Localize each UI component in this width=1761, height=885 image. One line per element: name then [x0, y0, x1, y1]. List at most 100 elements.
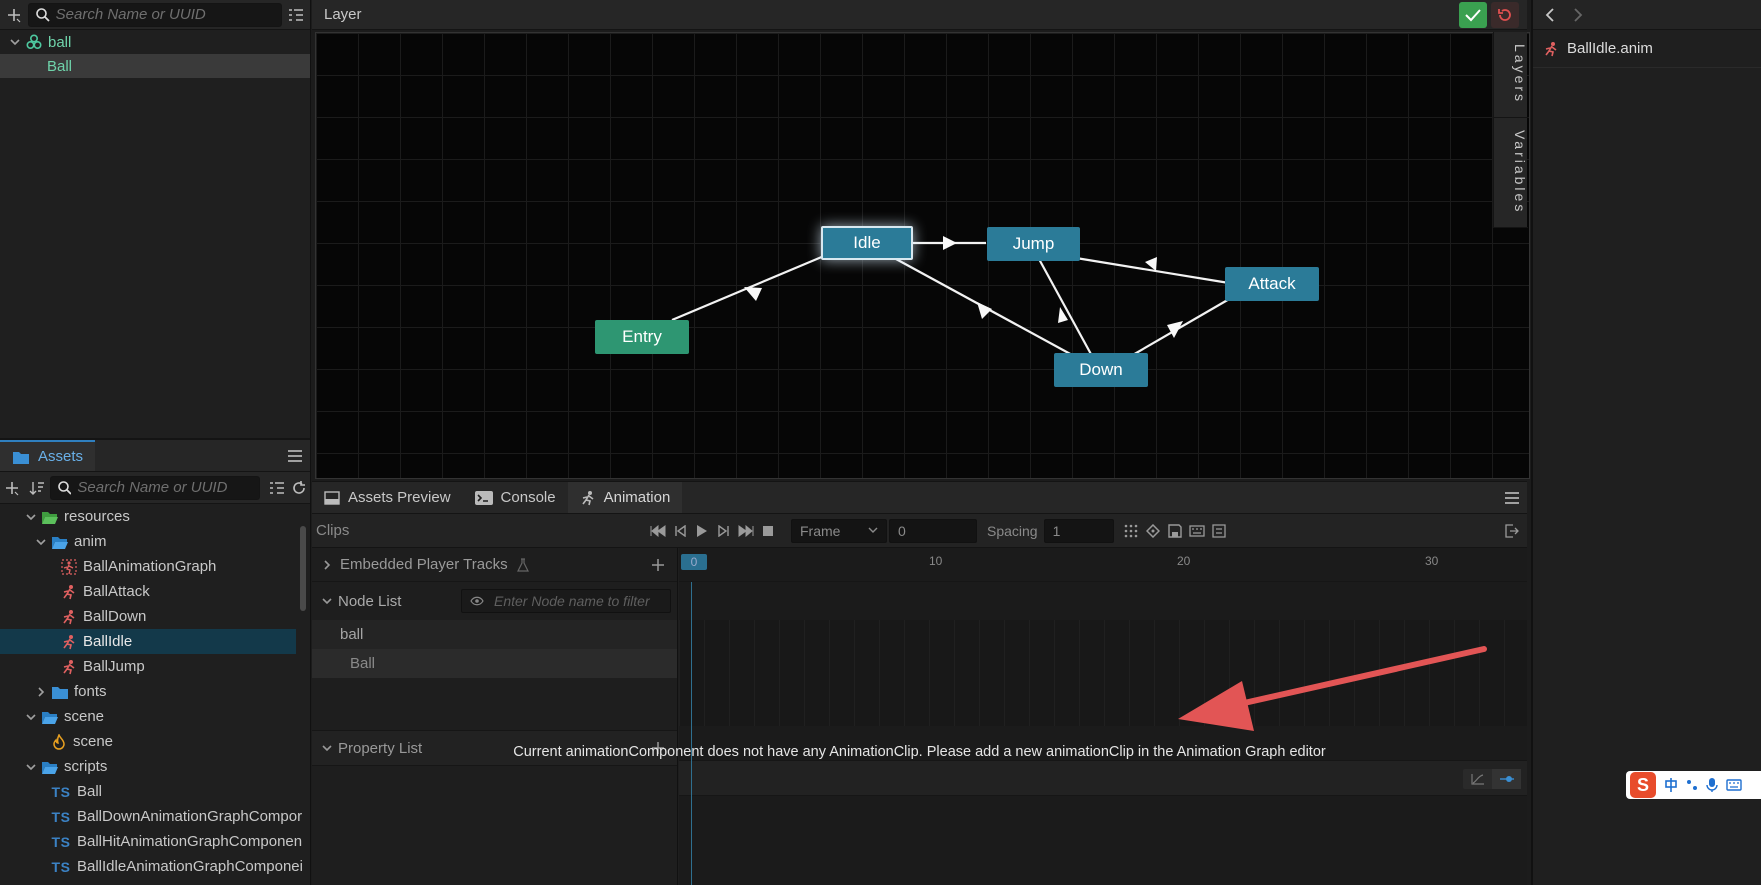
notes-button[interactable]: [1208, 520, 1230, 542]
assets-list-button[interactable]: [266, 473, 288, 503]
node-row-Ball[interactable]: Ball: [312, 649, 677, 678]
prev-frame-button[interactable]: [669, 520, 691, 542]
tab-assets[interactable]: Assets: [0, 440, 96, 471]
asset-item[interactable]: BallAttack: [0, 579, 310, 604]
chevron-right-icon[interactable]: [36, 686, 46, 697]
node-label: ball: [340, 626, 364, 643]
asset-item[interactable]: resources: [0, 504, 310, 529]
ime-keyboard-icon[interactable]: [1726, 779, 1742, 791]
chevron-down-icon[interactable]: [26, 712, 36, 722]
sort-button[interactable]: [24, 473, 50, 503]
plus-icon: [6, 481, 19, 495]
keyframe-icon: [1145, 523, 1160, 538]
state-machine-canvas[interactable]: Idle Jump Attack Entry Down: [315, 32, 1530, 479]
tree-node-Ball[interactable]: Ball: [0, 54, 310, 78]
tab-console[interactable]: Console: [463, 482, 568, 513]
state-jump-label: Jump: [1012, 234, 1055, 253]
ime-mic-icon[interactable]: [1706, 777, 1718, 793]
play-button[interactable]: [691, 520, 713, 542]
tab-animation[interactable]: Animation: [567, 482, 683, 513]
asset-item[interactable]: scripts: [0, 754, 310, 779]
add-track-icon[interactable]: [651, 558, 665, 572]
empty-clip-message: Current animationComponent does not have…: [513, 744, 1326, 760]
hierarchy-sort-button[interactable]: [282, 0, 310, 30]
save-button[interactable]: [1164, 520, 1186, 542]
tab-variables[interactable]: Variables: [1494, 118, 1528, 228]
plus-icon: [8, 8, 21, 22]
assets-scrollbar[interactable]: [300, 526, 306, 611]
assets-search[interactable]: [50, 475, 260, 500]
next-frame-button[interactable]: [713, 520, 735, 542]
forward-icon[interactable]: [1573, 7, 1583, 22]
step-back-icon: [675, 524, 686, 537]
asset-item[interactable]: BallAnimationGraph: [0, 554, 310, 579]
back-icon[interactable]: [1545, 7, 1555, 22]
chevron-down-icon[interactable]: [26, 512, 36, 522]
node-label: Ball: [350, 655, 376, 672]
typescript-icon: TS: [51, 783, 71, 800]
keyboard-button[interactable]: [1186, 520, 1208, 542]
chevron-down-icon[interactable]: [36, 537, 46, 547]
ime-logo-icon[interactable]: S: [1630, 772, 1656, 798]
first-frame-button[interactable]: [647, 520, 669, 542]
asset-item[interactable]: BallJump: [0, 654, 310, 679]
hierarchy-search[interactable]: [28, 2, 282, 27]
timeline-ruler[interactable]: 0 10 20 30: [679, 548, 1527, 582]
asset-label: BallDown: [83, 608, 147, 625]
asset-item[interactable]: TS Ball: [0, 779, 310, 804]
asset-item[interactable]: TS BallDownAnimationGraphCompor: [0, 804, 310, 829]
frame-input[interactable]: 0: [889, 518, 977, 543]
bottom-menu-button[interactable]: [1497, 482, 1527, 513]
node-list-section[interactable]: Node List Enter Node name to filter: [312, 582, 677, 620]
assets-search-input[interactable]: [77, 479, 259, 496]
spacing-input[interactable]: 1: [1043, 518, 1114, 543]
chevron-down-icon[interactable]: [8, 35, 22, 49]
embedded-tracks-section[interactable]: Embedded Player Tracks: [312, 548, 677, 582]
asset-item[interactable]: scene: [0, 729, 310, 754]
time-unit-select[interactable]: Frame: [791, 518, 887, 543]
asset-item[interactable]: TS BallHitAnimationGraphComponen: [0, 829, 310, 854]
confirm-button[interactable]: [1459, 1, 1487, 28]
asset-item[interactable]: scene: [0, 704, 310, 729]
chevron-down-icon: [868, 527, 878, 533]
state-attack[interactable]: Attack: [1225, 267, 1319, 301]
playhead-marker[interactable]: 0: [681, 554, 707, 570]
ime-punctuation-icon[interactable]: [1686, 779, 1698, 791]
tree-node-label: ball: [48, 33, 72, 51]
node-row-ball[interactable]: ball: [312, 620, 677, 649]
hierarchy-search-input[interactable]: [55, 6, 281, 23]
state-idle[interactable]: Idle: [821, 226, 913, 260]
ime-chinese-icon[interactable]: [1664, 778, 1678, 792]
exit-button[interactable]: [1501, 520, 1523, 542]
state-jump[interactable]: Jump: [987, 227, 1080, 261]
animation-panel: Assets Preview Console Animation Clips F…: [312, 481, 1527, 885]
ime-toolbar[interactable]: S: [1626, 771, 1761, 799]
chevron-right-icon[interactable]: [322, 559, 332, 570]
stop-button[interactable]: [757, 520, 779, 542]
keyframe-view-button[interactable]: [1492, 769, 1521, 789]
asset-item[interactable]: anim: [0, 529, 310, 554]
keyframe-button[interactable]: [1142, 520, 1164, 542]
asset-item[interactable]: TS BallIdleAnimationGraphComponei: [0, 854, 310, 879]
refresh-button[interactable]: [288, 473, 310, 503]
revert-button[interactable]: [1491, 1, 1519, 28]
tab-assets-preview[interactable]: Assets Preview: [312, 482, 463, 513]
grid-button[interactable]: [1120, 520, 1142, 542]
last-frame-button[interactable]: [735, 520, 757, 542]
asset-item[interactable]: fonts: [0, 679, 310, 704]
assets-menu-button[interactable]: [280, 440, 310, 471]
inspector-nav: [1533, 0, 1761, 30]
state-entry[interactable]: Entry: [595, 320, 689, 354]
tab-layers[interactable]: Layers: [1494, 32, 1528, 118]
asset-item[interactable]: BallDown: [0, 604, 310, 629]
tree-node-ball[interactable]: ball: [0, 30, 310, 54]
chevron-down-icon[interactable]: [26, 762, 36, 772]
add-asset-button[interactable]: [0, 473, 24, 503]
assets-panel: Assets resources: [0, 438, 311, 885]
state-down[interactable]: Down: [1054, 353, 1148, 387]
chevron-down-icon[interactable]: [322, 596, 332, 606]
curve-view-button[interactable]: [1463, 769, 1492, 789]
asset-item-selected[interactable]: BallIdle: [0, 629, 296, 654]
node-filter-input[interactable]: Enter Node name to filter: [461, 589, 671, 613]
add-node-button[interactable]: [0, 0, 28, 30]
